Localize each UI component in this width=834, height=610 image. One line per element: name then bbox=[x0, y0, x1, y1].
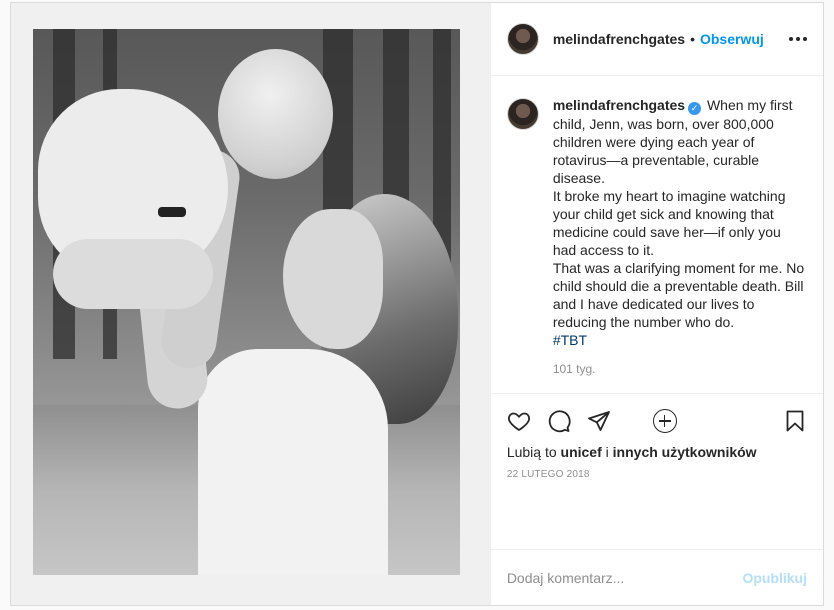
caption-author-avatar[interactable] bbox=[506, 98, 539, 130]
comments-section: melindafrenchgates ✓ When my first child,… bbox=[491, 76, 823, 433]
post-actions: Lubią to unicef i innych użytkowników 22… bbox=[490, 393, 823, 549]
likes-others-link[interactable]: innych użytkowników bbox=[613, 444, 757, 460]
caption-body: When my first child, Jenn, was born, ove… bbox=[552, 97, 805, 330]
post-media[interactable] bbox=[11, 3, 490, 605]
post-header: melindafrenchgates • Obserwuj bbox=[490, 3, 823, 76]
post-date[interactable]: 22 LUTEGO 2018 bbox=[507, 469, 807, 480]
follow-button[interactable]: Obserwuj bbox=[700, 31, 764, 47]
post-photo[interactable] bbox=[33, 29, 460, 575]
post-card: melindafrenchgates • Obserwuj melindafre… bbox=[10, 2, 824, 606]
wristwatch bbox=[158, 207, 186, 217]
action-icons bbox=[507, 394, 807, 448]
caption-username[interactable]: melindafrenchgates bbox=[553, 97, 685, 113]
separator-dot: • bbox=[690, 31, 695, 47]
like-heart-icon[interactable] bbox=[507, 409, 531, 433]
likes-connector: i bbox=[605, 444, 609, 460]
woman-body bbox=[198, 349, 388, 575]
likes-prefix: Lubią to bbox=[506, 444, 557, 460]
woman-face bbox=[283, 209, 383, 349]
likes-user-link[interactable]: unicef bbox=[561, 444, 602, 460]
comment-bubble-icon[interactable] bbox=[547, 409, 571, 433]
publish-button[interactable]: Opublikuj bbox=[742, 570, 807, 586]
post-age: 101 tyg. bbox=[552, 362, 596, 376]
verified-badge-icon: ✓ bbox=[688, 102, 702, 115]
comment-input[interactable] bbox=[506, 569, 743, 586]
share-paper-plane-icon[interactable] bbox=[587, 409, 611, 433]
author-username[interactable]: melindafrenchgates bbox=[553, 31, 685, 47]
author-avatar[interactable] bbox=[506, 23, 539, 55]
post-sidebar: melindafrenchgates • Obserwuj melindafre… bbox=[489, 3, 823, 605]
more-options-icon[interactable] bbox=[789, 37, 807, 41]
baby-legs bbox=[53, 239, 213, 309]
baby-head bbox=[218, 49, 333, 179]
add-comment-bar: Opublikuj bbox=[490, 549, 823, 605]
caption-text: melindafrenchgates ✓ When my first child,… bbox=[553, 96, 807, 349]
caption: melindafrenchgates ✓ When my first child,… bbox=[506, 96, 807, 349]
hashtag-link[interactable]: #TBT bbox=[553, 332, 587, 348]
likes-summary: Lubią to unicef i innych użytkowników bbox=[507, 443, 807, 461]
save-bookmark-icon[interactable] bbox=[783, 409, 807, 433]
